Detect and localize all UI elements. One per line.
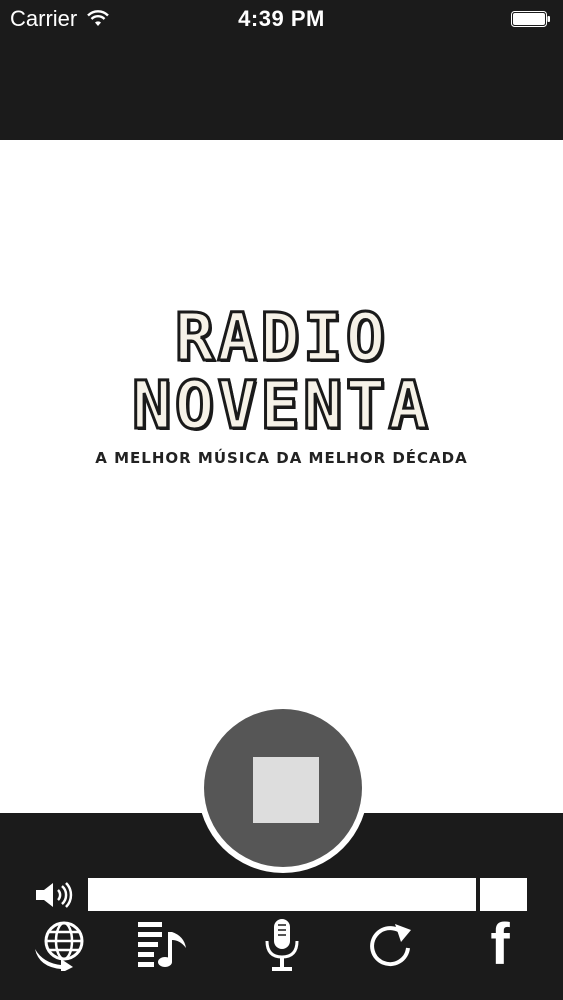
stop-button-face <box>204 709 362 867</box>
refresh-button[interactable] <box>360 915 420 975</box>
status-bar: Carrier 4:39 PM <box>0 0 563 40</box>
status-time: 4:39 PM <box>238 6 325 31</box>
logo-tagline: A MELHOR MÚSICA DA MELHOR DÉCADA <box>95 449 468 467</box>
stop-icon <box>253 757 319 823</box>
logo-line-noventa: NOVENTA <box>130 367 432 444</box>
stop-button[interactable] <box>198 703 368 873</box>
speaker-icon <box>36 882 73 908</box>
bottom-toolbar: f <box>0 915 563 975</box>
globe-icon <box>35 921 84 971</box>
globe-button[interactable] <box>32 915 92 975</box>
battery-icon <box>511 11 550 27</box>
logo-line-radio: RADIO <box>173 299 389 376</box>
volume-slider-track[interactable] <box>88 878 476 911</box>
volume-row <box>0 877 563 913</box>
refresh-icon <box>370 924 411 967</box>
playlist-button[interactable] <box>132 915 192 975</box>
microphone-button[interactable] <box>252 915 312 975</box>
volume-slider-thumb[interactable] <box>480 878 527 911</box>
microphone-icon <box>265 919 299 971</box>
playlist-icon <box>138 922 186 967</box>
facebook-icon: f <box>490 912 510 977</box>
header-band <box>0 40 563 140</box>
station-logo: RADIO NOVENTA A MELHOR MÚSICA DA MELHOR … <box>0 299 563 467</box>
app-screen: Carrier 4:39 PM RADIO NOVENTA A MELHOR M… <box>0 0 563 1000</box>
facebook-button[interactable]: f <box>470 915 530 975</box>
